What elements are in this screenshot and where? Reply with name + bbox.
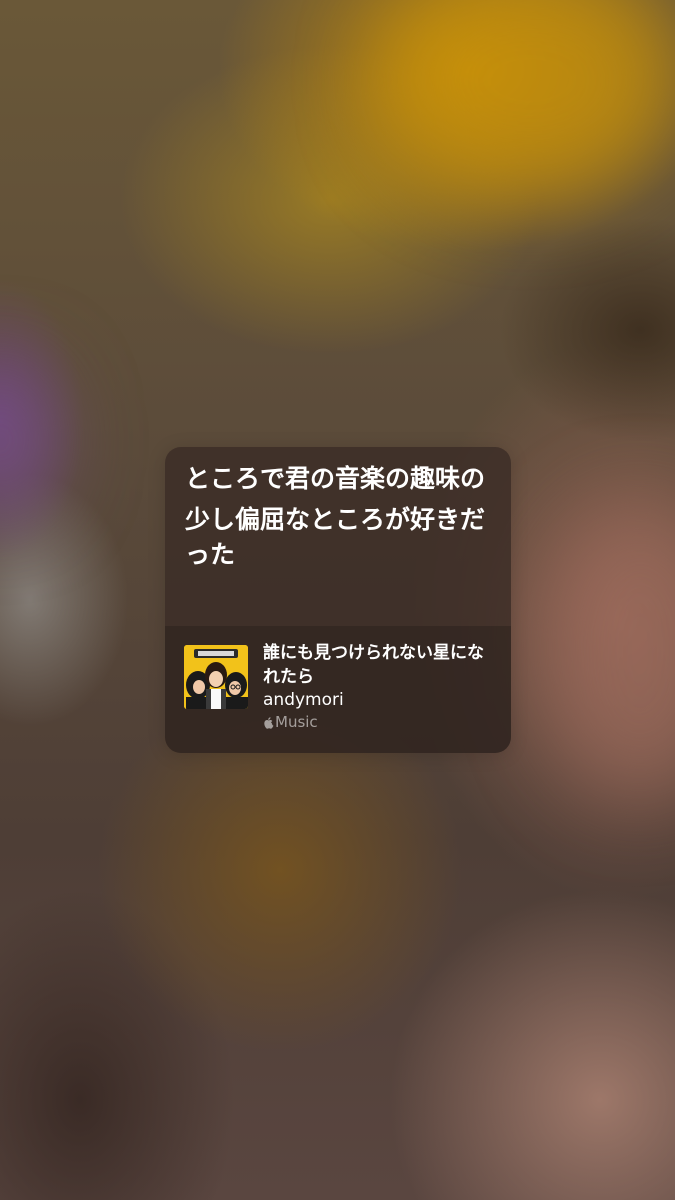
apple-logo-icon xyxy=(264,716,274,729)
album-artwork[interactable] xyxy=(184,645,248,709)
song-artist: andymori xyxy=(263,690,344,710)
song-info: 誰にも見つけられない星になれたら andymori Music xyxy=(263,641,498,731)
apple-music-source: Music xyxy=(263,713,498,731)
lyrics-text: ところで君の音楽の趣味の 少し偏屈なところが好きだった xyxy=(185,461,495,578)
lyric-line-2: 少し偏屈なところが好きだった xyxy=(185,505,486,569)
song-title: 誰にも見つけられない星になれたら xyxy=(263,643,484,687)
background-blob xyxy=(0,360,60,520)
lyric-line-1: ところで君の音楽の趣味の xyxy=(185,464,486,493)
lyrics-share-card[interactable]: ところで君の音楽の趣味の 少し偏屈なところが好きだった 誰にも見つけられない星に… xyxy=(165,447,511,753)
source-label: Music xyxy=(275,713,318,731)
background-blob xyxy=(540,500,675,800)
background-blob xyxy=(380,0,675,200)
album-artwork-illustration xyxy=(184,645,248,709)
song-attribution-row[interactable]: 誰にも見つけられない星になれたら andymori Music xyxy=(165,626,511,753)
